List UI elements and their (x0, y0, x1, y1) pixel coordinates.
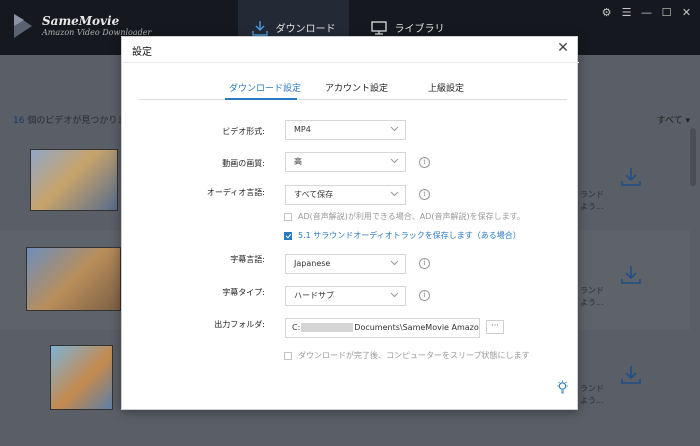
row-note: ランド よう... (580, 190, 604, 211)
browse-button[interactable]: ··· (486, 320, 504, 334)
chevron-down-icon (390, 126, 399, 132)
close-icon[interactable]: ✕ (555, 40, 571, 56)
app-logo-icon (12, 12, 34, 40)
ad-audio-label: AD(音声解説)が利用できる場合、AD(音声解説)を保存します。 (298, 212, 525, 221)
sleep-label: ダウンロードが完了後、コンピューターをスリープ状態にします (298, 351, 530, 360)
tab-download-label: ダウンロード (275, 24, 336, 35)
audio-language-label: オーディオ言語: (206, 188, 265, 197)
subtitle-language-label: 字幕言語: (230, 255, 265, 264)
video-thumbnail (26, 247, 121, 311)
subtitle-type-label: 字幕タイプ: (222, 288, 265, 297)
chevron-down-icon (390, 260, 399, 266)
subtitle-type-select[interactable]: ハードサブ (285, 286, 406, 306)
audio-language-select[interactable]: すべて保存 (285, 185, 406, 205)
settings-gear-icon[interactable]: ⚙ (601, 6, 612, 19)
audio-language-value: すべて保存 (294, 190, 334, 199)
sleep-checkbox[interactable] (284, 352, 292, 360)
output-path-suffix: Documents\SameMovie Amazo (354, 323, 479, 332)
row-note: ランド よう... (580, 286, 604, 307)
info-icon[interactable]: i (419, 258, 430, 269)
tab-download-settings[interactable]: ダウンロード設定 (229, 81, 301, 94)
output-folder-label: 出力フォルダ: (214, 320, 265, 329)
surround-checkbox[interactable] (284, 232, 292, 240)
menu-icon[interactable]: ☰ (621, 6, 632, 19)
tab-advanced-settings[interactable]: 上級設定 (428, 81, 464, 94)
monitor-icon (370, 20, 387, 35)
row-note: ランド よう... (580, 384, 604, 405)
subtitle-language-select[interactable]: Japanese (285, 254, 406, 274)
redacted-path (301, 323, 354, 332)
dialog-title: 設定 (132, 47, 152, 58)
video-quality-label: 動画の画質: (222, 159, 265, 168)
chevron-down-icon (390, 292, 399, 298)
active-tab-indicator (225, 98, 297, 100)
filter-dropdown[interactable]: すべて ▾ (657, 113, 690, 126)
video-format-select[interactable]: MP4 (285, 120, 406, 140)
chevron-down-icon (390, 158, 399, 164)
video-format-value: MP4 (294, 125, 311, 134)
lightbulb-icon[interactable] (556, 380, 569, 395)
surround-label: 5.1 サラウンドオーディオトラックを保存します（ある場合） (298, 231, 521, 240)
tab-underline (139, 99, 567, 100)
video-thumbnail (50, 345, 113, 410)
download-icon[interactable] (620, 365, 642, 385)
maximize-icon[interactable]: ☐ (661, 6, 672, 19)
minimize-icon[interactable]: — (641, 6, 652, 19)
subtitle-type-value: ハードサブ (294, 291, 334, 300)
video-format-label: ビデオ形式: (222, 127, 265, 136)
info-icon[interactable]: i (419, 290, 430, 301)
window-controls: ⚙ ☰ — ☐ ✕ (601, 6, 692, 19)
chevron-down-icon (390, 191, 399, 197)
settings-tabs: ダウンロード設定 アカウント設定 上級設定 (122, 81, 579, 99)
divider (122, 62, 579, 63)
info-icon[interactable]: i (419, 189, 430, 200)
video-quality-value: 高 (294, 157, 302, 166)
scrollbar[interactable] (690, 128, 696, 186)
app-name: SameMovie (42, 13, 120, 28)
video-quality-select[interactable]: 高 (285, 152, 406, 172)
tab-library-label: ライブラリ (394, 24, 445, 35)
output-folder-input[interactable]: C: Documents\SameMovie Amazo (285, 318, 480, 338)
download-icon (251, 20, 268, 36)
video-count: 16 個のビデオが見つかりま (13, 116, 127, 126)
info-icon[interactable]: i (419, 157, 430, 168)
subtitle-language-value: Japanese (294, 259, 331, 268)
tab-account-settings[interactable]: アカウント設定 (325, 81, 388, 94)
close-window-icon[interactable]: ✕ (681, 6, 692, 19)
output-path-prefix: C: (292, 323, 301, 332)
download-icon[interactable] (620, 167, 642, 187)
ad-audio-checkbox[interactable] (284, 213, 292, 221)
settings-dialog: 設定 ✕ ダウンロード設定 アカウント設定 上級設定 ビデオ形式: MP4 動画… (121, 36, 579, 410)
download-icon[interactable] (620, 265, 642, 285)
video-thumbnail (30, 149, 118, 211)
